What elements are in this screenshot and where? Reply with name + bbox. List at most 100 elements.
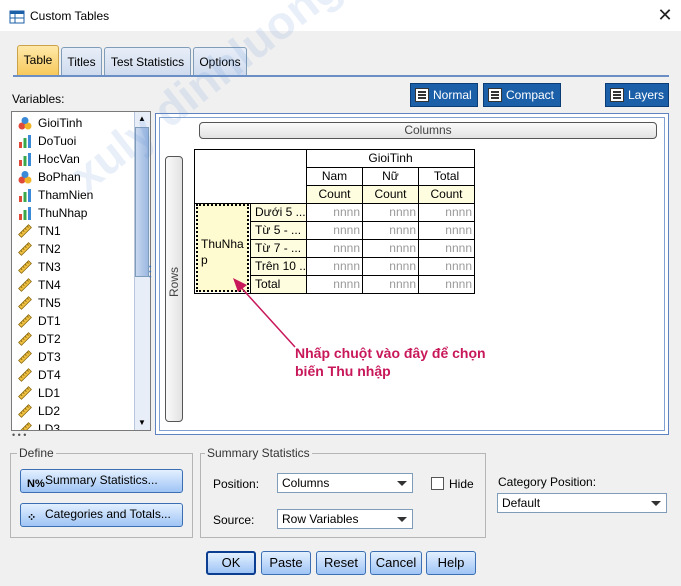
variable-item[interactable]: TN1 [16, 222, 136, 240]
scale-icon [18, 386, 32, 400]
table-cell: nnnn [362, 239, 419, 258]
variable-item[interactable]: LD2 [16, 402, 136, 420]
summary-statistics-button[interactable]: N% Summary Statistics... [20, 469, 183, 493]
variable-item[interactable]: TN4 [16, 276, 136, 294]
columns-drop-zone[interactable]: Columns [199, 122, 657, 139]
scroll-up-icon[interactable]: ▲ [135, 112, 149, 125]
variable-item[interactable]: ThuNhap [16, 204, 136, 222]
variable-item[interactable]: TN3 [16, 258, 136, 276]
scale-icon [18, 350, 32, 364]
variable-name: TN2 [38, 242, 61, 256]
compact-view-label: Compact [506, 88, 555, 102]
variable-item[interactable]: BoPhan [16, 168, 136, 186]
grid-icon [415, 88, 429, 102]
source-label: Source: [213, 513, 255, 527]
variable-item[interactable]: GioiTinh [16, 114, 136, 132]
help-button[interactable]: Help [426, 551, 476, 575]
variable-item[interactable]: HocVan [16, 150, 136, 168]
annotation-arrow [233, 278, 296, 348]
scale-icon [18, 278, 32, 292]
normal-view-label: Normal [433, 88, 472, 102]
table-corner [194, 149, 307, 204]
variable-name: ThuNhap [38, 206, 88, 220]
variable-item[interactable]: DT4 [16, 366, 136, 384]
tab-test-statistics[interactable]: Test Statistics [104, 47, 191, 75]
variables-label: Variables: [12, 92, 65, 106]
variable-item[interactable]: LD3 [16, 420, 136, 431]
variable-item[interactable]: TN5 [16, 294, 136, 312]
position-select[interactable]: Columns [277, 473, 413, 493]
category-position-label: Category Position: [498, 475, 597, 489]
summary-statistics-icon: N% [27, 478, 45, 490]
variable-name: DoTuoi [38, 134, 77, 148]
column-category[interactable]: Nam [306, 167, 363, 186]
scrollbar-thumb[interactable] [135, 127, 149, 277]
variable-item[interactable]: DT3 [16, 348, 136, 366]
normal-view-button[interactable]: Normal [410, 83, 478, 107]
variable-name: DT3 [38, 350, 61, 364]
summary-statistics-label: Summary Statistics... [45, 473, 158, 487]
variable-name: LD2 [38, 404, 61, 418]
cancel-button[interactable]: Cancel [370, 551, 422, 575]
statistic-header[interactable]: Count [362, 185, 419, 204]
table-cell: nnnn [418, 221, 475, 240]
scroll-down-icon[interactable]: ▼ [135, 416, 149, 429]
ok-button[interactable]: OK [206, 551, 256, 575]
tab-table[interactable]: Table [17, 45, 59, 76]
source-select[interactable]: Row Variables [277, 509, 413, 529]
window-title: Custom Tables [30, 9, 110, 23]
variable-item[interactable]: DT2 [16, 330, 136, 348]
reset-button[interactable]: Reset [316, 551, 366, 575]
categories-and-totals-button[interactable]: ⁘ Categories and Totals... [20, 503, 183, 527]
close-icon[interactable]: ✕ [655, 5, 675, 25]
statistic-header[interactable]: Count [306, 185, 363, 204]
hide-checkbox[interactable] [431, 477, 444, 490]
category-position-select[interactable]: Default [497, 493, 667, 513]
table-cell: nnnn [306, 257, 363, 276]
app-icon [9, 8, 25, 24]
variable-name: DT4 [38, 368, 61, 382]
hide-label: Hide [449, 477, 474, 491]
row-category[interactable]: Từ 5 - ... [250, 221, 307, 240]
variable-item[interactable]: ThamNien [16, 186, 136, 204]
ordinal-icon [18, 134, 32, 148]
scale-icon [18, 242, 32, 256]
variable-name: BoPhan [38, 170, 81, 184]
position-value: Columns [282, 476, 330, 490]
variable-item[interactable]: DT1 [16, 312, 136, 330]
variable-item[interactable]: LD1 [16, 384, 136, 402]
layers-button[interactable]: Layers [605, 83, 669, 107]
splitter-grip-icon[interactable]: • • • [12, 430, 26, 440]
paste-button[interactable]: Paste [261, 551, 311, 575]
rows-drop-zone-label: Rows [167, 266, 181, 297]
row-category[interactable]: Dưới 5 ... [250, 203, 307, 222]
scale-icon [18, 332, 32, 346]
table-cell: nnnn [306, 239, 363, 258]
column-category[interactable]: Nữ [362, 167, 419, 186]
table-cell: nnnn [418, 239, 475, 258]
compact-view-button[interactable]: Compact [483, 83, 561, 107]
column-variable-header[interactable]: GioiTinh [306, 149, 475, 168]
variable-item[interactable]: TN2 [16, 240, 136, 258]
chevron-down-icon [397, 517, 407, 522]
table-cell: nnnn [362, 257, 419, 276]
scale-icon [18, 224, 32, 238]
variable-item[interactable]: DoTuoi [16, 132, 136, 150]
tab-titles[interactable]: Titles [61, 47, 102, 75]
table-cell: nnnn [362, 275, 419, 294]
ordinal-icon [18, 206, 32, 220]
tab-options[interactable]: Options [193, 47, 247, 75]
scale-icon [18, 260, 32, 274]
scale-icon [18, 404, 32, 418]
summary-statistics-group-title: Summary Statistics [205, 446, 312, 460]
table-cell: nnnn [306, 275, 363, 294]
variable-name: LD3 [38, 422, 61, 431]
variable-name: GioiTinh [38, 116, 83, 130]
variable-name: TN5 [38, 296, 61, 310]
statistic-header[interactable]: Count [418, 185, 475, 204]
variable-list[interactable]: GioiTinh DoTuoi HocVan BoPhan ThamNien ThuNha… [11, 111, 151, 431]
variable-name: ThamNien [38, 188, 94, 202]
row-category[interactable]: Từ 7 - ... [250, 239, 307, 258]
column-category[interactable]: Total [418, 167, 475, 186]
categories-icon: ⁘ [27, 512, 37, 524]
